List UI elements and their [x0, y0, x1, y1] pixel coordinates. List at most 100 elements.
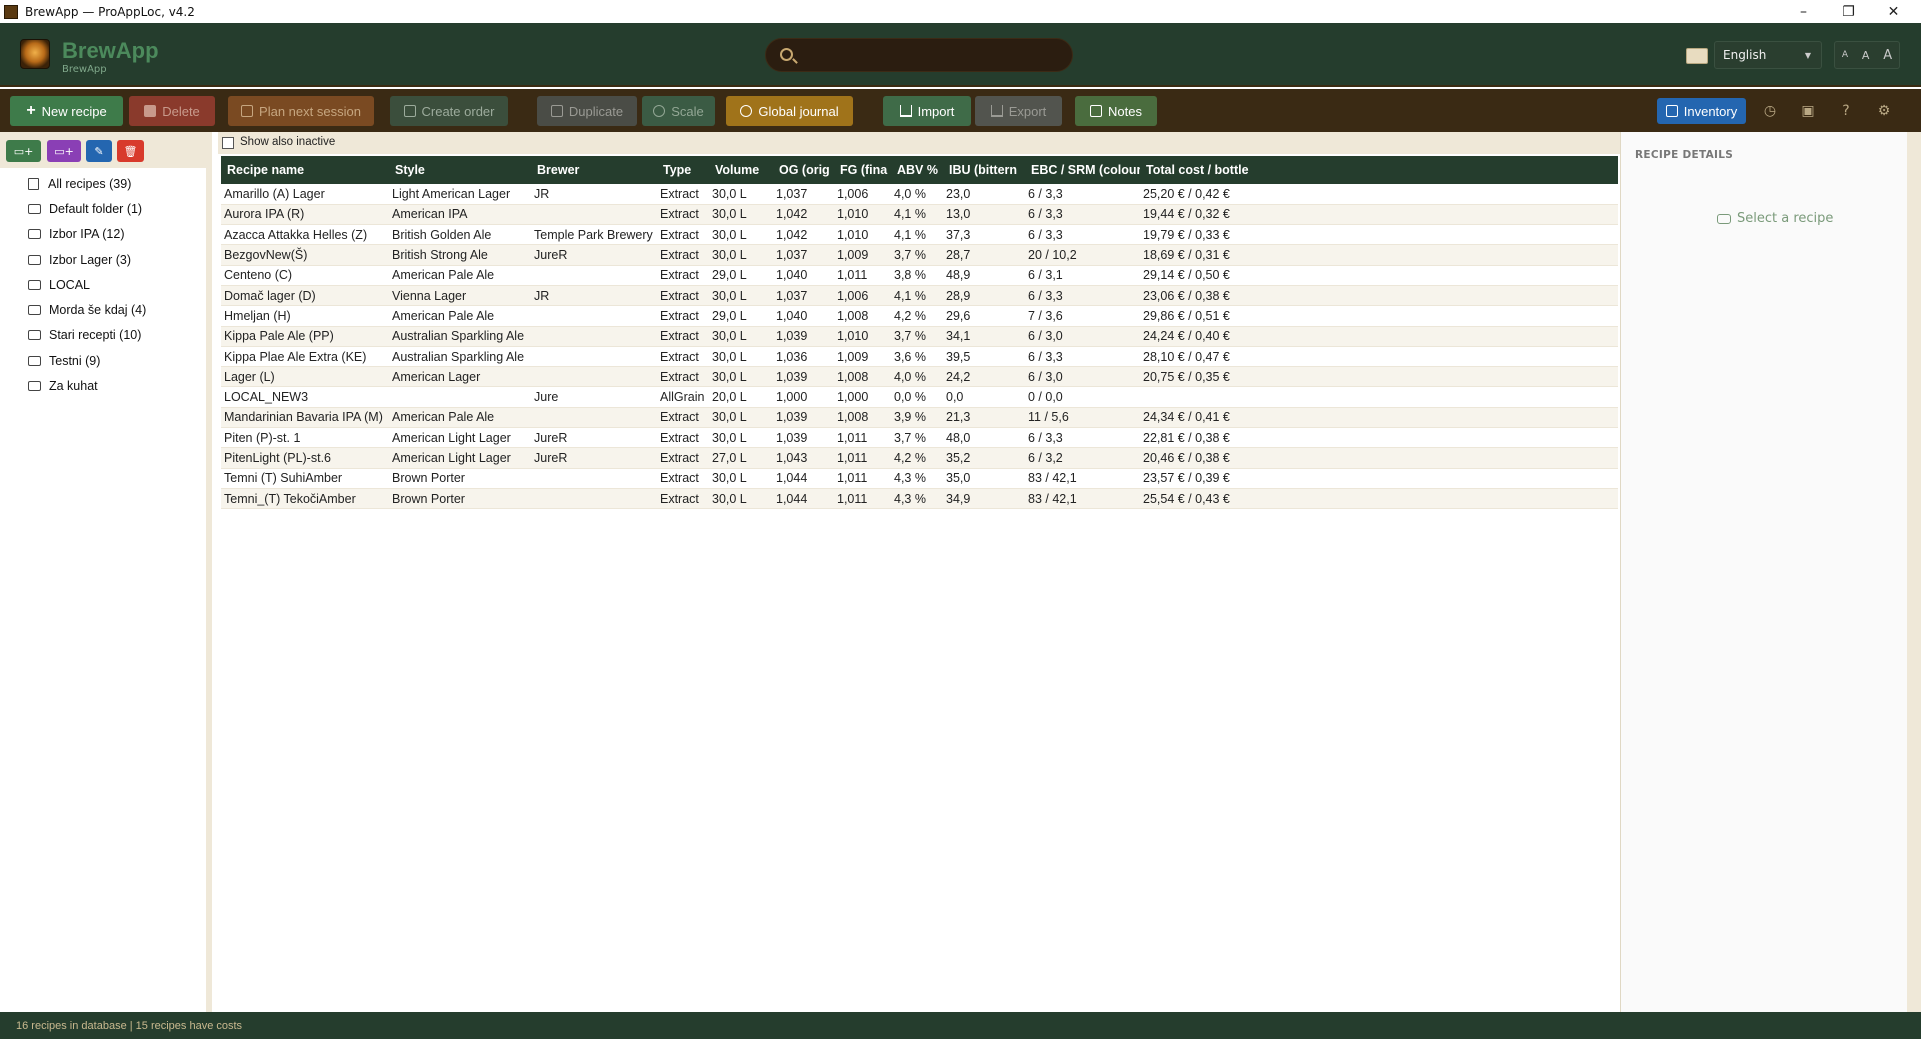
column-header-type[interactable]: Type [657, 156, 709, 184]
column-header-ebc-srm[interactable]: EBC / SRM (colour [1025, 156, 1140, 184]
table-row[interactable]: Temni_(T) TekočiAmber Brown Porter Extract… [221, 488, 1618, 510]
cell-fg: 1,011 [834, 468, 891, 489]
recipe-details-title: RECIPE DETAILS [1635, 149, 1734, 161]
cell-ebc-srm: 7 / 3,6 [1025, 305, 1140, 327]
cell-volume: 30,0 L [709, 346, 773, 368]
cell-fg: 1,011 [834, 447, 891, 469]
table-row[interactable]: Mandarinian Bavaria IPA (M) American Pale… [221, 407, 1618, 429]
table-row[interactable]: Temni (T) SuhiAmber Brown Porter Extract 30… [221, 468, 1618, 489]
cell-og: 1,036 [773, 346, 834, 368]
help-icon[interactable]: ? [1838, 103, 1854, 119]
column-header-abv[interactable]: ABV % [891, 156, 943, 184]
cell-ebc-srm: 6 / 3,3 [1025, 427, 1140, 449]
table-row[interactable]: Lager (L) American Lager Extract 30,0 L 1,03… [221, 366, 1618, 388]
cell-abv: 4,3 % [891, 468, 943, 489]
notes-button[interactable]: Notes [1075, 96, 1157, 126]
cell-total-cost: 19,79 € / 0,33 € [1140, 224, 1618, 246]
close-button[interactable]: ✕ [1871, 0, 1916, 23]
cell-og: 1,044 [773, 488, 834, 510]
table-row[interactable]: Hmeljan (H) American Pale Ale Extract 29,0 … [221, 305, 1618, 327]
sidebar-item-morda-se-kdaj[interactable]: Morda še kdaj (4) [0, 297, 206, 322]
sidebar-item-stari-recepti[interactable]: Stari recepti (10) [0, 323, 206, 348]
search-box[interactable] [765, 38, 1073, 72]
gear-icon[interactable]: ⚙ [1876, 103, 1892, 119]
cell-ibu: 35,0 [943, 468, 1025, 489]
create-order-button[interactable]: Create order [390, 96, 508, 126]
minimize-button[interactable]: – [1781, 0, 1826, 23]
duplicate-button[interactable]: Duplicate [537, 96, 637, 126]
table-row[interactable]: Domač lager (D) Vienna Lager JR Extract 30,0… [221, 285, 1618, 307]
sidebar-item-default-folder[interactable]: Default folder (1) [0, 196, 206, 221]
add-folder-button[interactable]: ▭+ [6, 140, 41, 162]
scale-button[interactable]: Scale [642, 96, 715, 126]
table-row[interactable]: Kippa Pale Ale (PP) Australian Sparkling … [221, 326, 1618, 347]
main-toolbar: + New recipe Delete Plan next session Cr… [0, 89, 1921, 132]
table-row[interactable]: Amarillo (A) Lager Light American Lager JR… [221, 184, 1618, 205]
table-row[interactable]: LOCAL_NEW3 Jure AllGrain 20,0 L 1,000 1,000 0,… [221, 386, 1618, 408]
edit-folder-button[interactable]: ✎ [86, 140, 112, 162]
folder-icon [28, 305, 41, 316]
new-recipe-button[interactable]: + New recipe [10, 96, 123, 126]
column-header-brewer[interactable]: Brewer [531, 156, 657, 184]
cell-fg: 1,010 [834, 224, 891, 246]
column-header-style[interactable]: Style [389, 156, 531, 184]
cell-style: American IPA [389, 204, 531, 226]
language-select[interactable]: English ▼ [1714, 41, 1822, 69]
column-header-ibu[interactable]: IBU (bittern [943, 156, 1025, 184]
plan-next-session-button[interactable]: Plan next session [228, 96, 374, 126]
column-header-volume[interactable]: Volume [709, 156, 773, 184]
show-inactive-checkbox[interactable] [222, 137, 234, 149]
cell-total-cost: 25,54 € / 0,43 € [1140, 488, 1618, 510]
restore-button[interactable]: ❐ [1826, 0, 1871, 23]
cell-ibu: 21,3 [943, 407, 1025, 429]
import-button[interactable]: Import [883, 96, 971, 126]
cell-fg: 1,010 [834, 204, 891, 226]
cell-volume: 30,0 L [709, 488, 773, 510]
column-header-og[interactable]: OG (orig [773, 156, 834, 184]
folder-icon [28, 330, 41, 341]
clock-icon[interactable]: ◷ [1762, 103, 1778, 119]
font-size-small-button[interactable]: A [1842, 50, 1848, 60]
cell-og: 1,042 [773, 224, 834, 246]
table-row[interactable]: BezgovNew(Š) British Strong Ale JureR Extra… [221, 244, 1618, 266]
sidebar-item-local[interactable]: LOCAL [0, 272, 206, 297]
inventory-button[interactable]: Inventory [1657, 98, 1746, 124]
column-header-fg[interactable]: FG (fina [834, 156, 891, 184]
cell-type: Extract [657, 326, 709, 347]
delete-button[interactable]: Delete [129, 96, 215, 126]
table-row[interactable]: Centeno (C) American Pale Ale Extract 29,0 … [221, 265, 1618, 286]
cell-fg: 1,011 [834, 265, 891, 286]
table-row[interactable]: Piten (P)-st. 1 American Light Lager JureR… [221, 427, 1618, 449]
cell-type: Extract [657, 427, 709, 449]
pointing-hand-icon [1717, 213, 1731, 224]
column-header-recipe-name[interactable]: Recipe name [221, 156, 389, 184]
sidebar-item-izbor-lager[interactable]: Izbor Lager (3) [0, 247, 206, 272]
sidebar-item-za-kuhat[interactable]: Za kuhat [0, 373, 206, 398]
font-size-medium-button[interactable]: A [1862, 49, 1870, 62]
search-input[interactable] [804, 45, 1064, 67]
cell-ebc-srm: 6 / 3,0 [1025, 326, 1140, 347]
cell-ibu: 24,2 [943, 366, 1025, 388]
cell-total-cost: 29,14 € / 0,50 € [1140, 265, 1618, 286]
cell-ibu: 39,5 [943, 346, 1025, 368]
table-row[interactable]: Aurora IPA (R) American IPA Extract 30,0 L1… [221, 204, 1618, 226]
delete-folder-button[interactable]: 🗑 [117, 140, 144, 162]
font-size-large-button[interactable]: A [1883, 48, 1892, 63]
export-button[interactable]: Export [975, 96, 1062, 126]
sidebar-item-izbor-ipa[interactable]: Izbor IPA (12) [0, 222, 206, 247]
table-row[interactable]: Azacca Attakka Helles (Z) British Golden … [221, 224, 1618, 246]
column-header-total-cost[interactable]: Total cost / bottle [1140, 156, 1618, 184]
table-row[interactable]: Kippa Plae Ale Extra (KE) Australian Spar… [221, 346, 1618, 368]
display-mode-icon[interactable] [1686, 48, 1708, 64]
cell-fg: 1,011 [834, 427, 891, 449]
global-journal-button[interactable]: Global journal [726, 96, 853, 126]
cell-recipe-name: Aurora IPA (R) [221, 204, 389, 226]
cell-ibu: 48,0 [943, 427, 1025, 449]
table-row[interactable]: PitenLight (PL)-st.6 American Light Lager… [221, 447, 1618, 469]
camera-icon[interactable]: ▣ [1800, 103, 1816, 119]
book-icon [28, 177, 39, 190]
add-subfolder-button[interactable]: ▭+ [47, 140, 81, 162]
sidebar-item-testni[interactable]: Testni (9) [0, 348, 206, 373]
cell-volume: 30,0 L [709, 427, 773, 449]
sidebar-item-all-recipes[interactable]: All recipes (39) [0, 171, 206, 196]
